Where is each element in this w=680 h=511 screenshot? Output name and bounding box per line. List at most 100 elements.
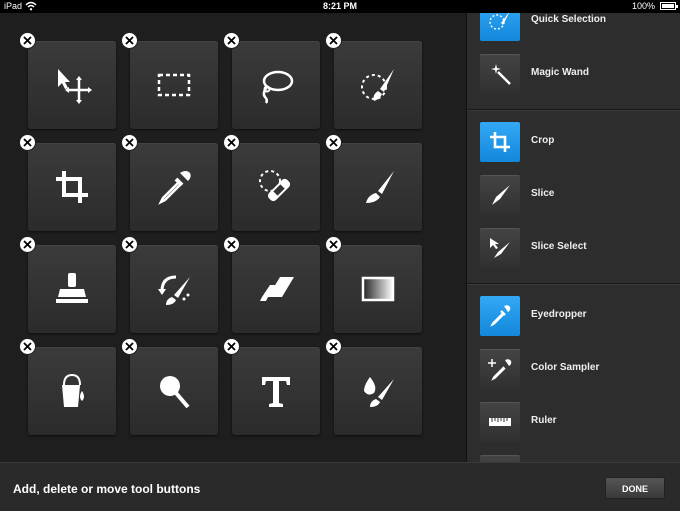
magnifier-icon bbox=[160, 376, 190, 409]
slice-icon bbox=[480, 175, 520, 215]
tile-stamp-tool[interactable] bbox=[28, 245, 116, 333]
tile-smudge-tool[interactable] bbox=[334, 347, 422, 435]
eyedropper-icon bbox=[158, 171, 191, 205]
crop-icon bbox=[480, 122, 520, 162]
close-icon bbox=[125, 342, 134, 351]
tool-item-label: Quick Selection bbox=[531, 14, 607, 25]
stamp-icon bbox=[56, 273, 88, 303]
bottom-bar: Add, delete or move tool buttons DONE bbox=[0, 462, 680, 511]
delete-badge[interactable] bbox=[122, 237, 137, 252]
delete-badge[interactable] bbox=[122, 33, 137, 48]
delete-badge[interactable] bbox=[20, 135, 35, 150]
instruction-text: Add, delete or move tool buttons bbox=[13, 482, 201, 496]
delete-badge[interactable] bbox=[326, 33, 341, 48]
close-icon bbox=[125, 36, 134, 45]
gradient-icon bbox=[361, 276, 395, 302]
tool-item-slice[interactable]: Slice bbox=[467, 169, 680, 221]
delete-badge[interactable] bbox=[224, 339, 239, 354]
delete-badge[interactable] bbox=[326, 339, 341, 354]
tile-history-brush-tool[interactable] bbox=[130, 245, 218, 333]
close-icon bbox=[227, 342, 236, 351]
crop-icon bbox=[56, 171, 88, 203]
tool-item-label: Magic Wand bbox=[531, 67, 589, 78]
tool-item-label: Slice Select bbox=[531, 241, 587, 252]
tool-list-panel: Quick Selection Magic Wand Crop Slice Sl… bbox=[466, 13, 680, 462]
close-icon bbox=[329, 342, 338, 351]
close-icon bbox=[329, 36, 338, 45]
marquee-icon bbox=[157, 73, 191, 97]
slice-select-icon bbox=[480, 228, 520, 268]
section-divider bbox=[467, 109, 680, 110]
battery-icon bbox=[660, 2, 678, 10]
magic-wand-icon bbox=[480, 54, 520, 94]
delete-badge[interactable] bbox=[326, 135, 341, 150]
tile-move-tool[interactable] bbox=[28, 41, 116, 129]
tile-marquee-tool[interactable] bbox=[130, 41, 218, 129]
delete-badge[interactable] bbox=[326, 237, 341, 252]
tile-quick-selection-tool[interactable] bbox=[334, 41, 422, 129]
close-icon bbox=[227, 36, 236, 45]
close-icon bbox=[329, 138, 338, 147]
tool-item-quick-selection[interactable]: Quick Selection bbox=[467, 13, 680, 47]
tile-gradient-tool[interactable] bbox=[334, 245, 422, 333]
smudge-icon bbox=[364, 377, 394, 407]
bandage-icon bbox=[259, 170, 291, 202]
done-button[interactable]: DONE bbox=[605, 477, 665, 499]
tool-item-color-sampler[interactable]: Color Sampler bbox=[467, 343, 680, 395]
tile-eyedropper-tool[interactable] bbox=[130, 143, 218, 231]
tile-eraser-tool[interactable] bbox=[232, 245, 320, 333]
clock: 8:21 PM bbox=[322, 1, 357, 11]
quick-selection-icon bbox=[361, 69, 394, 101]
tool-item-label: Crop bbox=[531, 135, 555, 146]
eraser-icon bbox=[260, 277, 294, 301]
delete-badge[interactable] bbox=[224, 135, 239, 150]
tool-item-crop[interactable]: Crop bbox=[467, 116, 680, 168]
delete-badge[interactable] bbox=[20, 237, 35, 252]
tile-brush-tool[interactable] bbox=[334, 143, 422, 231]
tool-item-label: Eyedropper bbox=[531, 309, 587, 320]
quick-selection-icon bbox=[480, 13, 520, 41]
brush-icon bbox=[366, 171, 394, 203]
close-icon bbox=[227, 138, 236, 147]
tile-crop-tool[interactable] bbox=[28, 143, 116, 231]
tool-item-ruler[interactable]: Ruler bbox=[467, 396, 680, 448]
close-icon bbox=[227, 240, 236, 249]
tool-item-eyedropper[interactable]: Eyedropper bbox=[467, 290, 680, 342]
close-icon bbox=[23, 342, 32, 351]
tool-item-label: Color Sampler bbox=[531, 362, 600, 373]
delete-badge[interactable] bbox=[224, 237, 239, 252]
eyedropper-icon bbox=[480, 296, 520, 336]
tool-item-magic-wand[interactable]: Magic Wand bbox=[467, 48, 680, 100]
delete-badge[interactable] bbox=[20, 339, 35, 354]
type-icon bbox=[262, 377, 290, 407]
move-icon bbox=[58, 69, 92, 104]
close-icon bbox=[23, 138, 32, 147]
delete-badge[interactable] bbox=[224, 33, 239, 48]
tile-type-tool[interactable] bbox=[232, 347, 320, 435]
delete-badge[interactable] bbox=[122, 339, 137, 354]
battery-percent: 100% bbox=[631, 1, 655, 11]
close-icon bbox=[125, 138, 134, 147]
tool-item-partial[interactable] bbox=[467, 449, 680, 462]
tool-icon bbox=[480, 455, 520, 462]
color-sampler-icon bbox=[480, 349, 520, 389]
close-icon bbox=[329, 240, 338, 249]
paint-bucket-icon bbox=[62, 373, 84, 407]
tile-zoom-tool[interactable] bbox=[130, 347, 218, 435]
tool-item-label: Slice bbox=[531, 188, 555, 199]
tile-healing-tool[interactable] bbox=[232, 143, 320, 231]
ruler-icon bbox=[480, 402, 520, 442]
tool-item-slice-select[interactable]: Slice Select bbox=[467, 222, 680, 274]
section-divider bbox=[467, 283, 680, 284]
close-icon bbox=[23, 240, 32, 249]
history-brush-icon bbox=[158, 275, 190, 305]
lasso-icon bbox=[262, 70, 294, 104]
tile-paint-bucket-tool[interactable] bbox=[28, 347, 116, 435]
close-icon bbox=[125, 240, 134, 249]
status-bar: iPad 8:21 PM 100% bbox=[0, 0, 680, 13]
tool-item-label: Ruler bbox=[531, 415, 557, 426]
tile-lasso-tool[interactable] bbox=[232, 41, 320, 129]
delete-badge[interactable] bbox=[20, 33, 35, 48]
tool-grid bbox=[0, 13, 466, 462]
delete-badge[interactable] bbox=[122, 135, 137, 150]
